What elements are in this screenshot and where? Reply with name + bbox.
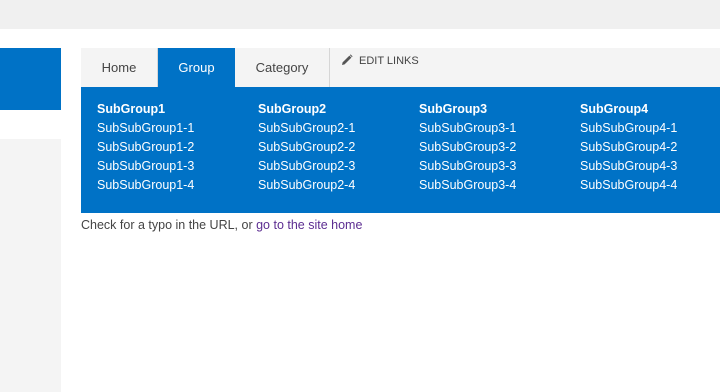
dropdown-menu-panel: SubGroup1 SubSubGroup1-1 SubSubGroup1-2 …: [81, 87, 720, 213]
menu-item[interactable]: SubSubGroup4-1: [580, 119, 720, 138]
menu-group-heading[interactable]: SubGroup3: [419, 99, 579, 119]
menu-item[interactable]: SubSubGroup2-4: [258, 176, 418, 195]
left-sidebar: [0, 139, 61, 392]
menu-item[interactable]: SubSubGroup3-4: [419, 176, 579, 195]
menu-item[interactable]: SubSubGroup3-3: [419, 157, 579, 176]
tab-group[interactable]: Group: [158, 48, 235, 87]
menu-item[interactable]: SubSubGroup3-1: [419, 119, 579, 138]
menu-item[interactable]: SubSubGroup1-4: [97, 176, 257, 195]
left-accent-block: [0, 48, 61, 110]
menu-item[interactable]: SubSubGroup1-2: [97, 138, 257, 157]
menu-column-subgroup4: SubGroup4 SubSubGroup4-1 SubSubGroup4-2 …: [580, 99, 720, 195]
pencil-icon: [342, 54, 353, 65]
menu-group-heading[interactable]: SubGroup2: [258, 99, 418, 119]
top-bar: [0, 0, 720, 29]
menu-item[interactable]: SubSubGroup3-2: [419, 138, 579, 157]
tab-category[interactable]: Category: [235, 48, 330, 87]
menu-item[interactable]: SubSubGroup2-1: [258, 119, 418, 138]
edit-links-label: EDIT LINKS: [359, 55, 419, 67]
menu-item[interactable]: SubSubGroup4-3: [580, 157, 720, 176]
error-message: Check for a typo in the URL, or go to th…: [81, 215, 362, 235]
error-message-text: Check for a typo in the URL, or: [81, 218, 253, 232]
menu-item[interactable]: SubSubGroup1-1: [97, 119, 257, 138]
tab-home[interactable]: Home: [81, 48, 158, 87]
menu-group-heading[interactable]: SubGroup1: [97, 99, 257, 119]
menu-item[interactable]: SubSubGroup4-4: [580, 176, 720, 195]
site-home-link[interactable]: go to the site home: [256, 218, 362, 232]
menu-item[interactable]: SubSubGroup2-2: [258, 138, 418, 157]
menu-item[interactable]: SubSubGroup1-3: [97, 157, 257, 176]
menu-group-heading[interactable]: SubGroup4: [580, 99, 720, 119]
menu-item[interactable]: SubSubGroup4-2: [580, 138, 720, 157]
edit-links-button[interactable]: EDIT LINKS: [341, 48, 419, 74]
top-navigation: Home Group Category EDIT LINKS: [81, 48, 720, 87]
menu-column-subgroup3: SubGroup3 SubSubGroup3-1 SubSubGroup3-2 …: [419, 99, 579, 195]
menu-column-subgroup2: SubGroup2 SubSubGroup2-1 SubSubGroup2-2 …: [258, 99, 418, 195]
menu-item[interactable]: SubSubGroup2-3: [258, 157, 418, 176]
menu-column-subgroup1: SubGroup1 SubSubGroup1-1 SubSubGroup1-2 …: [97, 99, 257, 195]
